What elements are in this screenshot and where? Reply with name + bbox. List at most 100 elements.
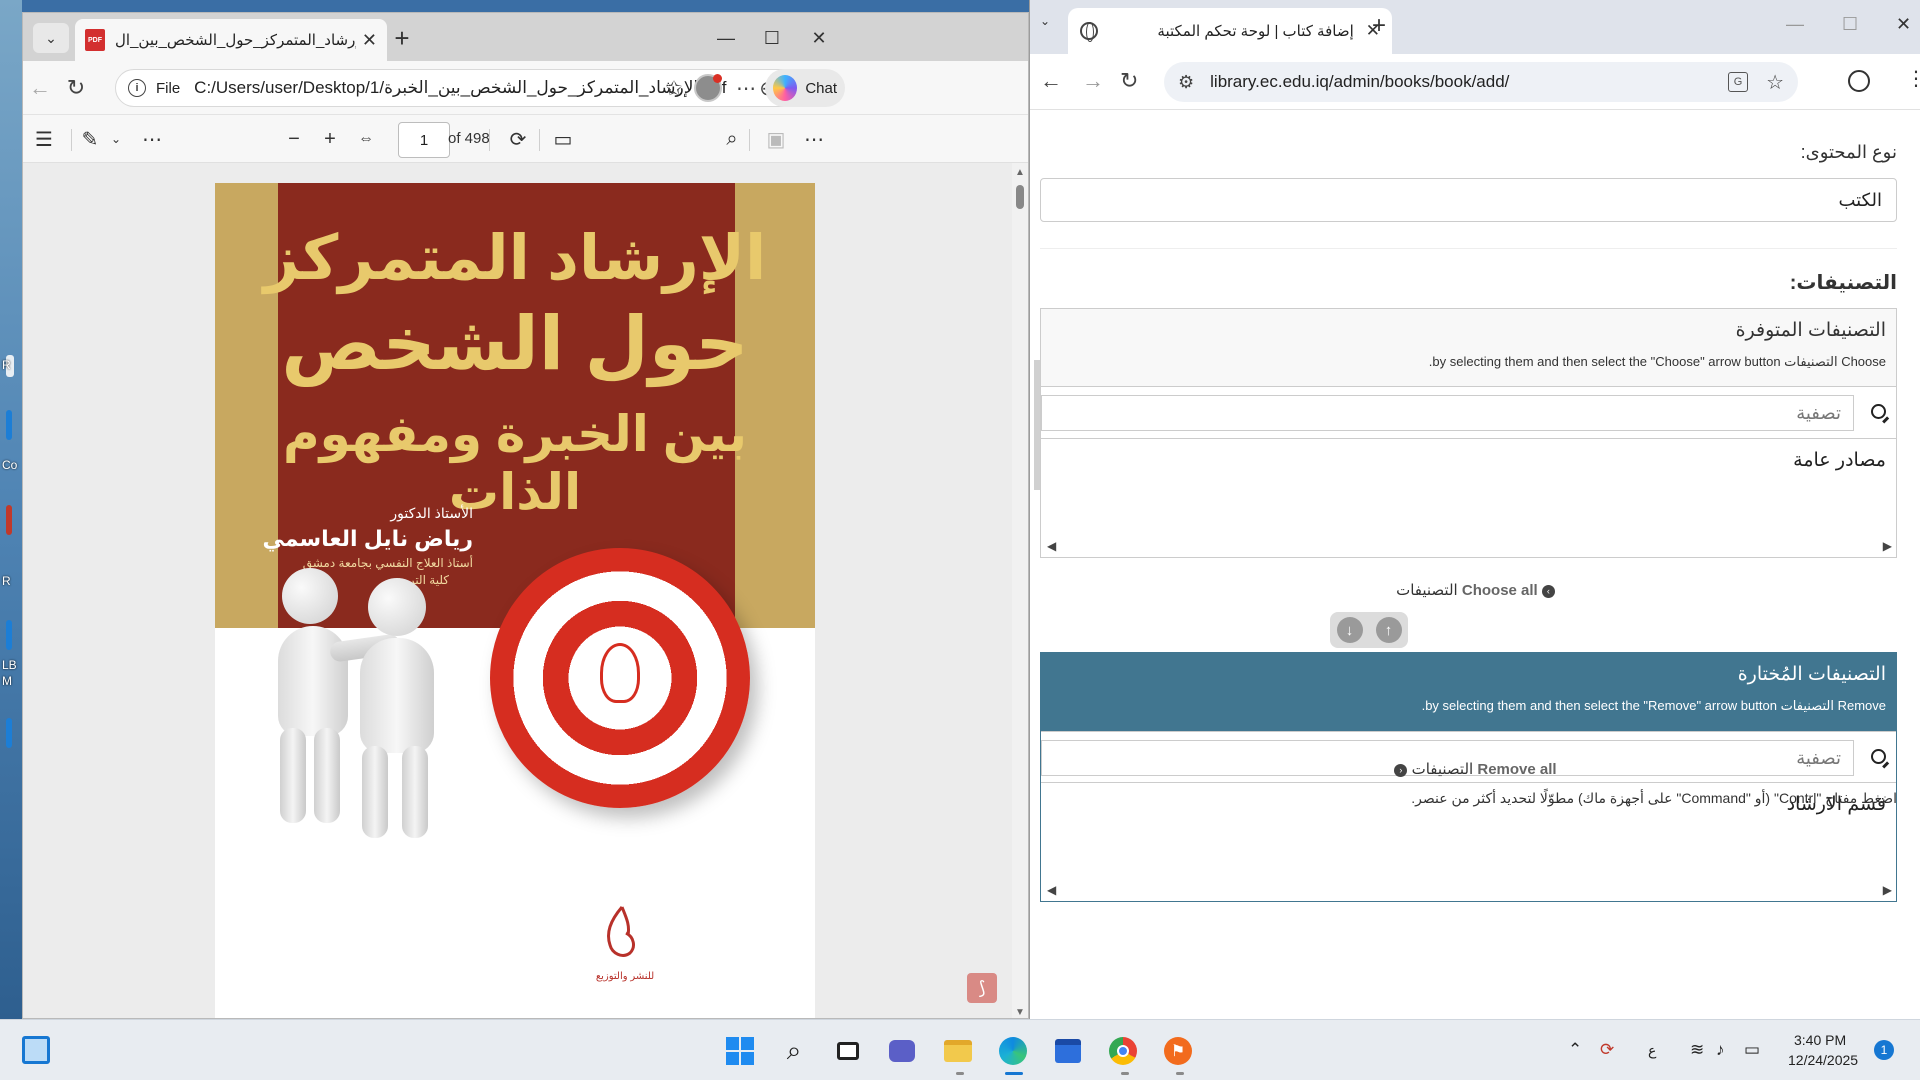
- scroll-up-arrow-icon[interactable]: ▲: [1015, 167, 1025, 178]
- admin-tab[interactable]: إضافة كتاب | لوحة تحكم المكتبة ✕: [1068, 8, 1392, 54]
- scroll-right-arrow-icon[interactable]: ▶: [1883, 539, 1892, 553]
- notification-badge[interactable]: 1: [1874, 1040, 1894, 1060]
- info-icon[interactable]: i: [128, 79, 146, 97]
- minimize-button[interactable]: —: [1786, 14, 1804, 35]
- more-tools-icon[interactable]: ⋯: [137, 124, 167, 154]
- back-button[interactable]: ←: [23, 71, 57, 105]
- forward-button[interactable]: →: [1082, 68, 1104, 94]
- site-settings-icon[interactable]: ⚙: [1178, 72, 1194, 93]
- more-options-icon[interactable]: ⋯: [731, 73, 761, 103]
- menu-kebab-icon[interactable]: ⋮: [1906, 66, 1920, 91]
- store-icon[interactable]: [1050, 1033, 1086, 1069]
- figure-leg: [314, 728, 340, 823]
- desktop-background: R Co R LB M: [0, 0, 22, 1019]
- target-illustration: [490, 548, 750, 808]
- avatar: [694, 74, 722, 102]
- page-view-icon[interactable]: ▭: [548, 124, 578, 154]
- page-scrollbar[interactable]: [1030, 110, 1040, 1019]
- move-down-arrow-icon[interactable]: ↓: [1336, 617, 1363, 643]
- task-view-icon[interactable]: [830, 1033, 866, 1069]
- desktop-icon[interactable]: [6, 718, 12, 748]
- scroll-down-arrow-icon[interactable]: ▼: [1015, 1007, 1025, 1018]
- edge-browser-icon[interactable]: [995, 1033, 1031, 1069]
- desktop-icon[interactable]: [6, 620, 12, 650]
- start-button[interactable]: [722, 1033, 758, 1069]
- desktop-icon-label: R: [2, 574, 11, 588]
- address-input[interactable]: ⚙ library.ec.edu.iq/admin/books/book/add…: [1164, 62, 1798, 102]
- copilot-chat-button[interactable]: Chat: [765, 69, 845, 107]
- zoom-in-icon[interactable]: +: [315, 124, 345, 154]
- desktop-icon-label: R: [2, 358, 11, 372]
- horizontal-scrollbar[interactable]: ◀ ▶: [1047, 883, 1892, 897]
- toolbar-divider: [539, 129, 540, 151]
- new-tab-button[interactable]: +: [1372, 12, 1386, 40]
- wifi-icon[interactable]: ≋: [1690, 1040, 1704, 1060]
- battery-icon[interactable]: ▭: [1744, 1040, 1760, 1060]
- minimize-button[interactable]: —: [703, 23, 749, 53]
- search-icon[interactable]: ⌕: [717, 124, 747, 154]
- profile-icon[interactable]: [1848, 70, 1870, 92]
- globe-icon: [1080, 22, 1098, 42]
- translate-icon[interactable]: G: [1728, 72, 1749, 92]
- horizontal-scrollbar[interactable]: ◀ ▶: [1047, 539, 1892, 553]
- chevron-down-icon[interactable]: ⌄: [101, 124, 131, 154]
- more-options-icon[interactable]: ⋯: [799, 124, 829, 154]
- chosen-header: التصنيفات المُختارة Remove التصنيفات by …: [1041, 653, 1896, 731]
- scroll-left-arrow-icon[interactable]: ◀: [1047, 883, 1056, 897]
- chevron-down-icon[interactable]: ⌄: [1040, 14, 1050, 28]
- content-type-select[interactable]: الكتب: [1040, 178, 1897, 222]
- maximize-button[interactable]: ☐: [749, 23, 795, 53]
- tab-actions-menu-button[interactable]: ⌄: [33, 23, 69, 53]
- acrobat-icon[interactable]: ⟆: [967, 973, 997, 1003]
- new-tab-button[interactable]: +: [385, 23, 419, 53]
- toolbar-divider: [71, 129, 72, 151]
- clock-date[interactable]: 12/24/2025: [1788, 1052, 1858, 1068]
- scroll-left-arrow-icon[interactable]: ◀: [1047, 539, 1056, 553]
- remove-all-link[interactable]: › التصنيفات Remove all: [1030, 760, 1920, 778]
- back-button[interactable]: ←: [1040, 68, 1062, 94]
- rotate-icon[interactable]: ⟳: [503, 124, 533, 154]
- favorites-icon[interactable]: ✩: [659, 73, 689, 103]
- choose-all-link[interactable]: التصنيفات Choose all ‹: [1030, 581, 1920, 599]
- search-icon[interactable]: ⌕: [776, 1033, 812, 1069]
- show-hidden-icons-chevron-icon[interactable]: ⌃: [1568, 1040, 1582, 1060]
- chrome-browser-icon[interactable]: [1105, 1033, 1141, 1069]
- move-up-arrow-icon[interactable]: ↑: [1375, 617, 1402, 643]
- reload-button[interactable]: ↻: [59, 71, 93, 105]
- cover-title-line: بين الخبرة ومفهوم الذات: [283, 406, 747, 520]
- available-filter-input[interactable]: تصفية: [1041, 395, 1854, 431]
- teams-chat-icon[interactable]: [884, 1033, 920, 1069]
- reload-button[interactable]: ↻: [1120, 68, 1138, 94]
- vertical-scrollbar[interactable]: ▲ ▼: [1012, 163, 1028, 1018]
- language-indicator[interactable]: ع: [1648, 1042, 1656, 1059]
- file-explorer-icon[interactable]: [940, 1033, 976, 1069]
- maximize-button[interactable]: ☐: [1842, 14, 1858, 35]
- admin-tab-title: إضافة كتاب | لوحة تحكم المكتبة: [1157, 23, 1354, 40]
- save-icon[interactable]: ▣: [761, 124, 791, 154]
- close-tab-icon[interactable]: ✕: [362, 30, 377, 51]
- page-number-input[interactable]: 1: [398, 122, 450, 158]
- fit-width-icon[interactable]: ⇔: [351, 124, 381, 154]
- app-icon[interactable]: ⚑: [1160, 1033, 1196, 1069]
- pdf-viewer[interactable]: الإرشاد المتمركز حول الشخص بين الخبرة وم…: [23, 163, 1028, 1018]
- sync-icon[interactable]: ⟳: [1600, 1040, 1614, 1060]
- scrollbar-thumb[interactable]: [1016, 185, 1024, 209]
- close-window-button[interactable]: ✕: [1896, 14, 1911, 35]
- bookmark-star-icon[interactable]: ☆: [1766, 70, 1784, 95]
- desktop-icon[interactable]: [6, 410, 12, 440]
- scroll-right-arrow-icon[interactable]: ▶: [1883, 883, 1892, 897]
- zoom-out-icon[interactable]: −: [279, 124, 309, 154]
- choose-all-label: Choose all: [1461, 582, 1538, 599]
- active-indicator: [1005, 1072, 1023, 1075]
- available-list[interactable]: مصادر عامة ◀ ▶: [1041, 439, 1896, 557]
- profile-avatar[interactable]: [693, 73, 723, 103]
- desktop-icon[interactable]: [6, 505, 12, 535]
- figure-leg: [362, 746, 388, 838]
- list-item[interactable]: مصادر عامة: [1793, 449, 1886, 472]
- widgets-icon[interactable]: [22, 1036, 50, 1064]
- contents-list-icon[interactable]: ☰: [29, 124, 59, 154]
- clock-time[interactable]: 3:40 PM: [1794, 1032, 1846, 1048]
- close-window-button[interactable]: ✕: [796, 23, 842, 53]
- volume-icon[interactable]: ♪: [1716, 1040, 1725, 1060]
- pdf-tab[interactable]: PDF الإرشاد_المتمركز_حول_الشخص_بين_ال ✕: [75, 19, 387, 61]
